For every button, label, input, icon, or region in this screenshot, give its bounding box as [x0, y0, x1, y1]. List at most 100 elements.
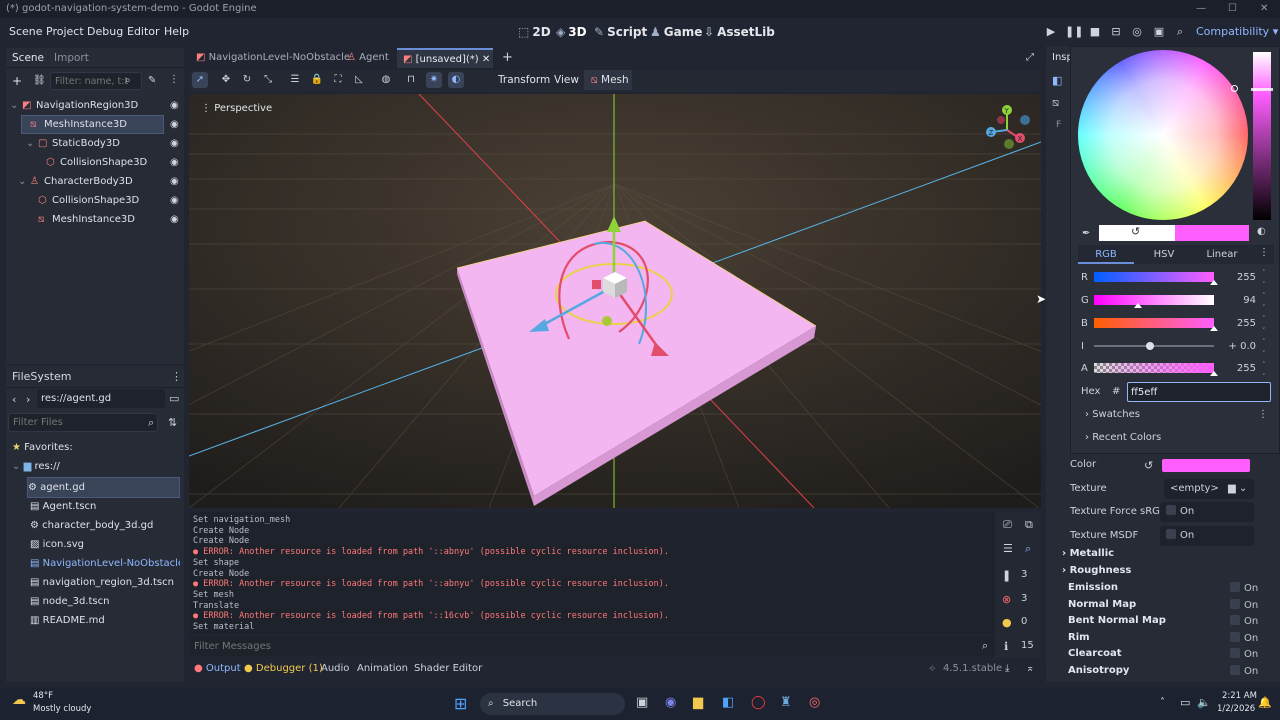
normal-map-toggle[interactable]: On [1230, 599, 1258, 611]
favorites-row[interactable]: ★ Favorites: [12, 438, 186, 457]
back-icon[interactable]: ‹ [12, 393, 16, 406]
more-icon[interactable]: ⋮ [171, 370, 182, 383]
distraction-free-icon[interactable]: ⤢ [1026, 48, 1034, 68]
section-anisotropy[interactable]: Anisotropy [1068, 665, 1129, 676]
scale-tool-icon[interactable]: ⤡ [260, 72, 276, 88]
notification-icon[interactable]: 🔔 [1258, 696, 1272, 709]
tree-row[interactable]: ⬡ CollisionShape3D ◉ [6, 153, 186, 172]
mode-game-button[interactable]: ♟ Game [650, 18, 702, 46]
more-icon[interactable]: ⋮ [1259, 247, 1269, 258]
link-icon[interactable]: ⛓ [33, 75, 46, 86]
visibility-eye-icon[interactable]: ◉ [170, 96, 179, 115]
tab-output[interactable]: ● Output [194, 658, 241, 680]
info-filter-icon[interactable]: ℹ [1004, 640, 1008, 653]
spinner-arrows[interactable]: ˄ ˅ ˄ ˅ ˄ ˅ ˄ ˅ ˄ ˅ [1262, 268, 1272, 381]
message-filter-icon[interactable]: ❚ [1002, 569, 1011, 582]
section-rim[interactable]: Rim [1068, 632, 1090, 643]
tree-row[interactable]: ⬡ CollisionShape3D ◉ [6, 191, 186, 210]
mode-hsv-tab[interactable]: HSV [1136, 245, 1192, 264]
collapse-icon[interactable]: ⌄ [26, 134, 34, 153]
revert-icon[interactable]: ↺ [1144, 459, 1153, 472]
anisotropy-toggle[interactable]: On [1230, 665, 1258, 677]
mode-2d-button[interactable]: ⬚ 2D [518, 18, 551, 46]
godot-icon[interactable]: ♜ [780, 695, 792, 710]
section-clearcoat[interactable]: Clearcoat [1068, 648, 1122, 659]
tree-row[interactable]: ⌄ ◩ NavigationRegion3D ◉ [6, 96, 186, 115]
forward-icon[interactable]: › [26, 393, 30, 406]
lock-icon[interactable]: 🔒 [309, 72, 325, 88]
visibility-eye-icon[interactable]: ◉ [170, 172, 179, 191]
bent-normal-map-toggle[interactable]: On [1230, 615, 1258, 627]
sun-icon[interactable]: ✷ [426, 72, 442, 88]
rim-toggle[interactable]: On [1230, 632, 1258, 644]
slider-knob-icon[interactable] [1210, 371, 1218, 376]
file-row[interactable]: ⚙ agent.gd [27, 477, 180, 498]
wheel-cursor-icon[interactable] [1231, 85, 1238, 92]
file-row[interactable]: ▤ NavigationLevel-NoObstacle... [30, 554, 180, 573]
emission-toggle[interactable]: On [1230, 582, 1258, 594]
channel-i-value[interactable]: + 0.0 [1220, 341, 1256, 352]
visibility-eye-icon[interactable]: ◉ [170, 134, 179, 153]
opera-icon[interactable]: ◯ [751, 695, 766, 710]
teams-icon[interactable]: ◉ [665, 695, 676, 710]
file-row[interactable]: ▥ README.md [30, 611, 180, 630]
environment-icon[interactable]: ◐ [448, 72, 464, 88]
error-filter-icon[interactable]: ⊗ [1002, 593, 1011, 606]
root-folder-row[interactable]: ⌄ ▆ res:// [12, 457, 186, 476]
3d-viewport[interactable]: Y X Z ⋮ Perspective [189, 94, 1041, 508]
slider-knob-icon[interactable] [1210, 326, 1218, 331]
recorder-icon[interactable]: ◎ [809, 695, 820, 710]
scene-tab-active[interactable]: ◩ [unsaved](*) ✕ [397, 48, 493, 68]
add-tab-icon[interactable]: + [502, 48, 513, 68]
channel-g-value[interactable]: 94 [1220, 295, 1256, 306]
hex-input[interactable] [1127, 382, 1271, 402]
tree-row[interactable]: ⧅ MeshInstance3D ◉ [6, 115, 186, 134]
mode-script-button[interactable]: ✎ Script [594, 18, 647, 46]
minimize-button[interactable]: — [1196, 0, 1206, 18]
channel-g-slider[interactable] [1094, 295, 1214, 308]
perspective-menu[interactable]: ⋮ Perspective [201, 103, 272, 114]
channel-b-slider[interactable] [1094, 318, 1218, 331]
tab-import[interactable]: Import [54, 48, 89, 68]
collapse-icon[interactable]: ⌄ [18, 172, 26, 191]
network-icon[interactable]: ▭ [1180, 696, 1190, 709]
rotate-tool-icon[interactable]: ↻ [239, 72, 255, 88]
shape-menu-icon[interactable]: ◐ [1257, 226, 1266, 237]
pin-icon[interactable]: ⤓ [1005, 658, 1009, 680]
weather-desc[interactable]: Mostly cloudy [33, 704, 91, 714]
filter-messages-input[interactable] [189, 636, 995, 656]
maximize-button[interactable]: ☐ [1228, 0, 1237, 18]
search-icon[interactable]: ⌕ [1025, 542, 1031, 556]
tree-row[interactable]: ⧅ MeshInstance3D ◉ [6, 210, 186, 229]
script-attach-icon[interactable]: ✎ [148, 75, 156, 86]
texture-picker[interactable]: <empty> ▆ ⌄ [1164, 479, 1254, 499]
volume-icon[interactable]: 🔈 [1197, 696, 1211, 709]
file-row[interactable]: ▤ Agent.tscn [30, 497, 180, 516]
visibility-eye-icon[interactable]: ◉ [170, 115, 179, 134]
search-icon[interactable]: ⌕ [1172, 24, 1188, 40]
history-icon[interactable]: ◧ [1052, 74, 1062, 87]
recent-colors-toggle[interactable]: › Recent Colors [1085, 432, 1161, 443]
mode-linear-tab[interactable]: Linear [1194, 245, 1250, 264]
remote-debug-icon[interactable]: ⊟ [1108, 24, 1124, 40]
clear-log-icon[interactable]: ⎚ [1003, 518, 1012, 532]
slider-knob-icon[interactable] [1134, 303, 1143, 308]
tab-audio[interactable]: Audio [321, 658, 349, 680]
weather-temp[interactable]: 48°F [33, 691, 53, 701]
store-icon[interactable]: ◧ [722, 695, 734, 710]
sort-icon[interactable]: ⇅ [168, 416, 177, 429]
channel-i-slider[interactable] [1094, 342, 1214, 350]
color-wheel[interactable] [1078, 50, 1248, 220]
mode-rgb-tab[interactable]: RGB [1078, 245, 1134, 264]
clearcoat-toggle[interactable]: On [1230, 648, 1258, 660]
color-swatch[interactable] [1162, 459, 1250, 472]
section-bent-normal-map[interactable]: Bent Normal Map [1068, 615, 1166, 626]
menu-scene[interactable]: Scene [9, 18, 43, 46]
add-node-icon[interactable]: + [12, 74, 22, 88]
clock-time[interactable]: 2:21 AM [1222, 691, 1257, 701]
section-roughness[interactable]: › Roughness [1062, 565, 1131, 576]
mode-3d-button[interactable]: ◈ 3D [556, 18, 587, 46]
menu-debug[interactable]: Debug [87, 18, 123, 46]
eyedropper-icon[interactable]: ✒ [1082, 228, 1090, 239]
windows-start-icon[interactable]: ⊞ [454, 694, 467, 713]
